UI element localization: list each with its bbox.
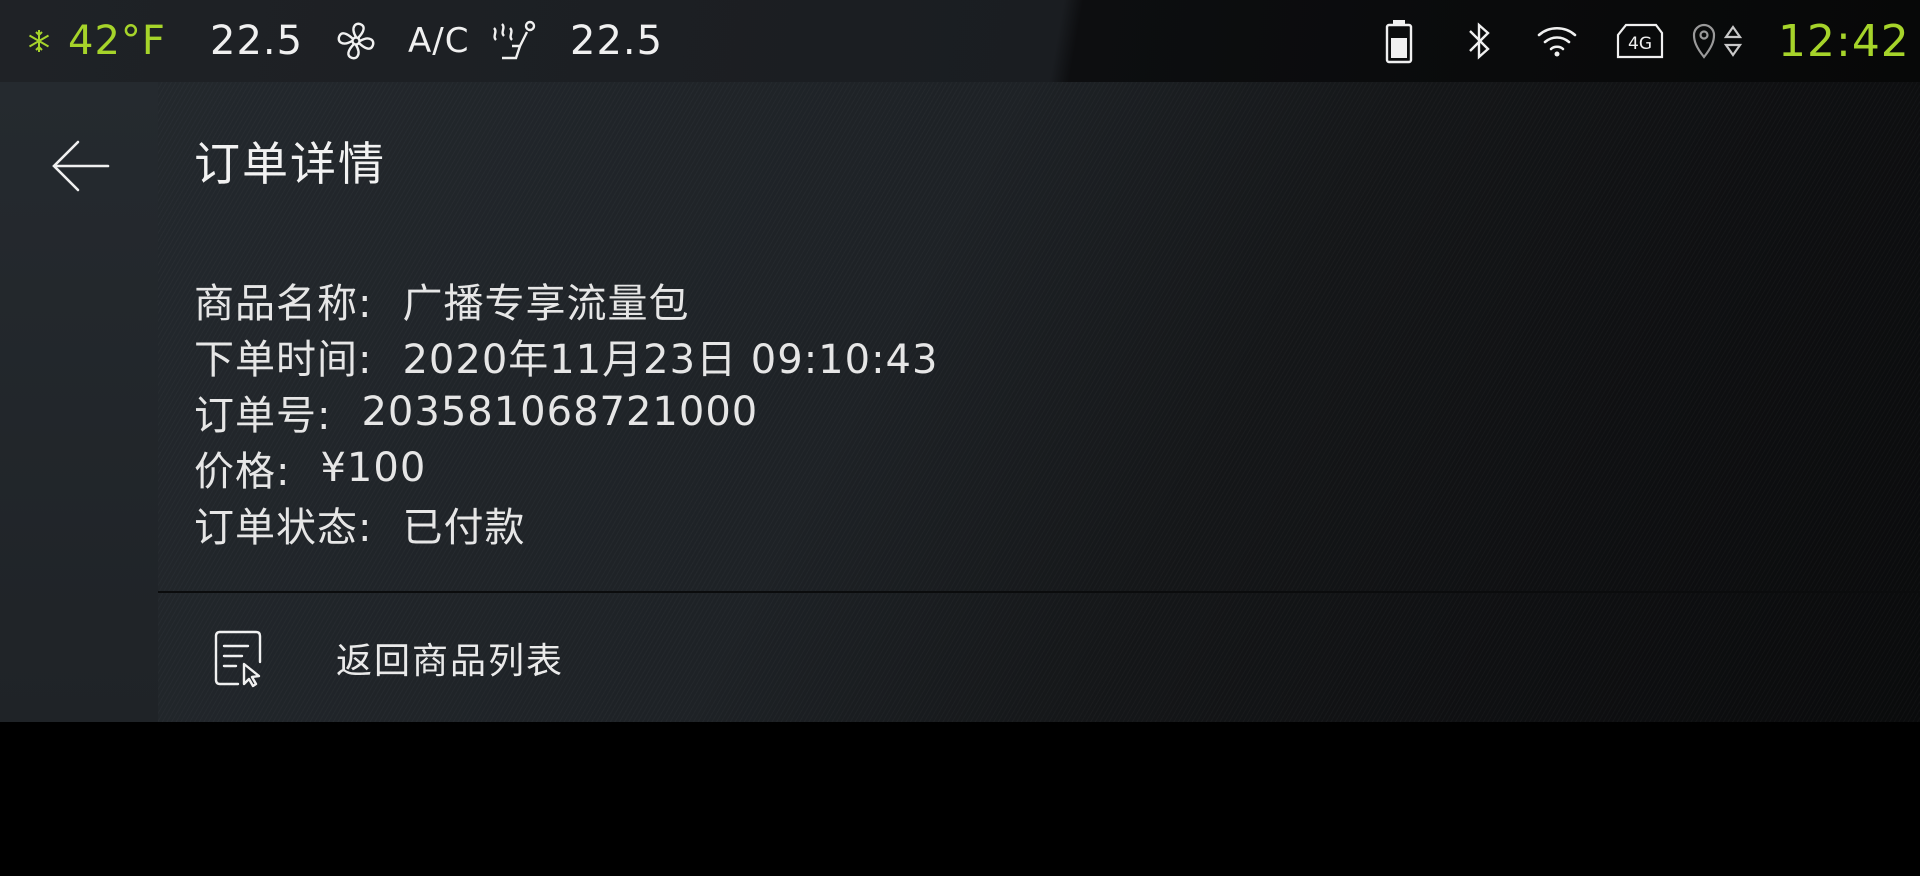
order-number-label: 订单号: (194, 393, 332, 439)
price-row: 价格: ¥100 (194, 440, 938, 496)
price-value: ¥100 (320, 445, 427, 491)
page-title: 订单详情 (194, 137, 386, 191)
back-button[interactable] (50, 134, 114, 198)
svg-text:4G: 4G (1628, 34, 1652, 54)
outside-temperature: 42°F (68, 18, 166, 64)
order-status-value: 已付款 (402, 505, 526, 551)
clock: 12:42 (1778, 15, 1910, 67)
product-name-value: 广播专享流量包 (402, 281, 690, 327)
order-time-label: 下单时间: (194, 337, 373, 383)
seat-heat-icon[interactable] (490, 0, 538, 82)
wifi-icon (1536, 0, 1578, 82)
passenger-temperature[interactable]: 22.5 (570, 0, 663, 82)
order-details: 商品名称: 广播专享流量包 下单时间: 2020年11月23日 09:10:43… (194, 272, 938, 552)
product-name-row: 商品名称: 广播专享流量包 (194, 272, 938, 328)
status-bar: 42°F 22.5 A/C 22.5 4G 12:42 (0, 0, 1920, 82)
fan-icon[interactable] (334, 0, 378, 82)
order-number-value: 203581068721000 (361, 389, 759, 435)
order-time-row: 下单时间: 2020年11月23日 09:10:43 (194, 328, 938, 384)
order-status-label: 订单状态: (194, 505, 373, 551)
order-detail-screen: 订单详情 商品名称: 广播专享流量包 下单时间: 2020年11月23日 09:… (0, 82, 1920, 722)
bluetooth-icon (1466, 0, 1494, 82)
battery-icon (1384, 0, 1414, 82)
order-number-row: 订单号: 203581068721000 (194, 384, 938, 440)
arrow-left-icon (52, 140, 110, 192)
document-pointer-icon (212, 628, 264, 688)
driver-temperature[interactable]: 22.5 (210, 0, 303, 82)
snowflake-icon (26, 0, 52, 82)
product-name-label: 商品名称: (194, 281, 373, 327)
location-icon (1690, 0, 1748, 82)
4g-icon: 4G (1614, 0, 1666, 82)
order-time-value: 2020年11月23日 09:10:43 (402, 337, 939, 383)
left-nav (0, 82, 158, 722)
price-label: 价格: (194, 449, 291, 495)
ac-toggle[interactable]: A/C (408, 0, 469, 82)
back-to-product-list-button[interactable]: 返回商品列表 (158, 593, 1920, 722)
back-to-product-list-label: 返回商品列表 (336, 640, 565, 682)
order-status-row: 订单状态: 已付款 (194, 496, 938, 552)
